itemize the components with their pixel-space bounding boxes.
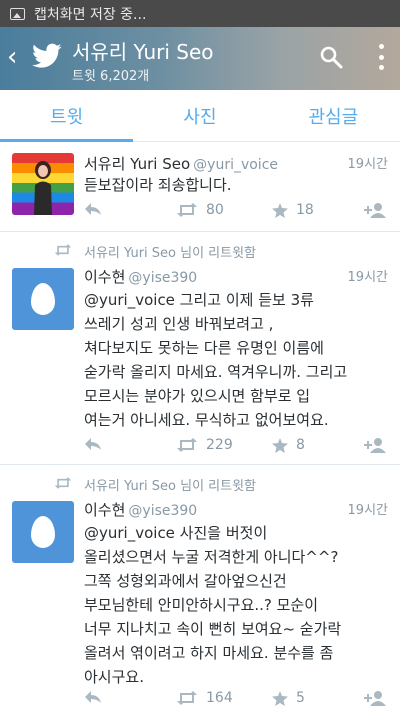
retweet-icon <box>177 203 197 217</box>
tweet-time: 19시간 <box>347 503 388 518</box>
favorite-count: 18 <box>296 202 314 218</box>
twitter-bird-icon <box>32 43 62 68</box>
reply-button[interactable] <box>84 437 102 451</box>
profile-title: 서유리 Yuri Seo <box>72 40 214 64</box>
author-line: 이수현 @yise390 <box>84 499 197 520</box>
author-name: 서유리 Yuri Seo <box>84 155 191 173</box>
status-bar: 캡처화면 저장 중... <box>0 0 400 27</box>
follow-button[interactable] <box>364 437 388 453</box>
retweeted-by: 서유리 Yuri Seo 님이 리트윗함 <box>84 479 257 494</box>
egg-avatar-icon <box>31 283 55 315</box>
retweet-icon <box>177 691 197 705</box>
reply-icon <box>85 691 101 703</box>
avatar[interactable] <box>12 153 74 215</box>
author-handle: @yise390 <box>128 270 198 286</box>
reply-icon <box>85 438 101 450</box>
author-handle: @yuri_voice <box>193 157 279 173</box>
retweet-button[interactable]: 164 <box>176 690 233 706</box>
star-icon <box>272 202 288 218</box>
status-text: 캡처화면 저장 중... <box>34 6 147 23</box>
author-name: 이수현 <box>84 268 126 286</box>
reply-icon <box>85 203 101 215</box>
author-line: 서유리 Yuri Seo @yuri_voice <box>84 153 278 174</box>
favorite-button[interactable]: 18 <box>272 202 314 218</box>
reply-button[interactable] <box>84 690 102 704</box>
retweeted-by: 서유리 Yuri Seo 님이 리트윗함 <box>84 246 257 261</box>
profile-tabs: 트윗 사진 관심글 <box>0 90 400 142</box>
author-handle: @yise390 <box>128 503 198 519</box>
reply-button[interactable] <box>84 202 102 216</box>
favorite-count: 5 <box>296 690 305 706</box>
tweet-text: @yuri_voice 사진을 버젓이 올리셨으면서 누굴 저격한게 아니다^^… <box>84 524 342 686</box>
screenshot-icon <box>10 7 25 20</box>
author-name: 이수현 <box>84 501 126 519</box>
retweet-button[interactable]: 80 <box>176 202 224 218</box>
retweeted-icon <box>54 244 72 260</box>
tab-favorites[interactable]: 관심글 <box>267 90 400 141</box>
retweet-count: 164 <box>206 690 233 706</box>
tweet-time: 19시간 <box>347 270 388 285</box>
favorite-count: 8 <box>296 437 305 453</box>
retweet-button[interactable]: 229 <box>176 437 233 453</box>
tweet-actions: 80 18 <box>84 202 394 222</box>
add-user-icon <box>364 438 386 453</box>
tweet-time: 19시간 <box>347 157 388 172</box>
profile-header: ‹ 서유리 Yuri Seo 트윗 6,202개 <box>0 27 400 90</box>
profile-photo-icon <box>34 161 52 215</box>
avatar[interactable] <box>12 268 74 330</box>
tweet-item[interactable]: 서유리 Yuri Seo @yuri_voice 19시간 듣보잡이라 죄송합니다… <box>0 143 400 232</box>
tweet-actions: 164 5 <box>84 690 394 710</box>
add-user-icon <box>364 203 386 218</box>
tweet-text: 듣보잡이라 죄송합니다. <box>84 176 232 194</box>
more-options-icon[interactable] <box>378 44 384 70</box>
tab-tweets[interactable]: 트윗 <box>0 90 134 142</box>
tweet-item[interactable]: 서유리 Yuri Seo 님이 리트윗함 이수현 @yise390 19시간 @y… <box>0 232 400 465</box>
avatar[interactable] <box>12 501 74 563</box>
retweet-icon <box>177 438 197 452</box>
retweeted-icon <box>54 477 72 493</box>
back-arrow-icon[interactable]: ‹ <box>7 44 17 70</box>
follow-button[interactable] <box>364 202 388 218</box>
favorite-button[interactable]: 8 <box>272 437 305 453</box>
star-icon <box>272 690 288 706</box>
star-icon <box>272 437 288 453</box>
retweet-count: 229 <box>206 437 233 453</box>
search-icon[interactable] <box>319 45 343 69</box>
tweet-count: 트윗 6,202개 <box>72 69 150 84</box>
tab-photos[interactable]: 사진 <box>133 90 266 141</box>
add-user-icon <box>364 691 386 706</box>
tweet-item[interactable]: 서유리 Yuri Seo 님이 리트윗함 이수현 @yise390 19시간 @y… <box>0 465 400 710</box>
tweet-text: @yuri_voice 그리고 이제 듣보 3류 쓰레기 성괴 인생 바꿔보려고… <box>84 291 348 429</box>
tweet-feed: 서유리 Yuri Seo @yuri_voice 19시간 듣보잡이라 죄송합니다… <box>0 143 400 710</box>
author-line: 이수현 @yise390 <box>84 266 197 287</box>
follow-button[interactable] <box>364 690 388 706</box>
favorite-button[interactable]: 5 <box>272 690 305 706</box>
tweet-actions: 229 8 <box>84 437 394 457</box>
retweet-count: 80 <box>206 202 224 218</box>
egg-avatar-icon <box>31 516 55 548</box>
